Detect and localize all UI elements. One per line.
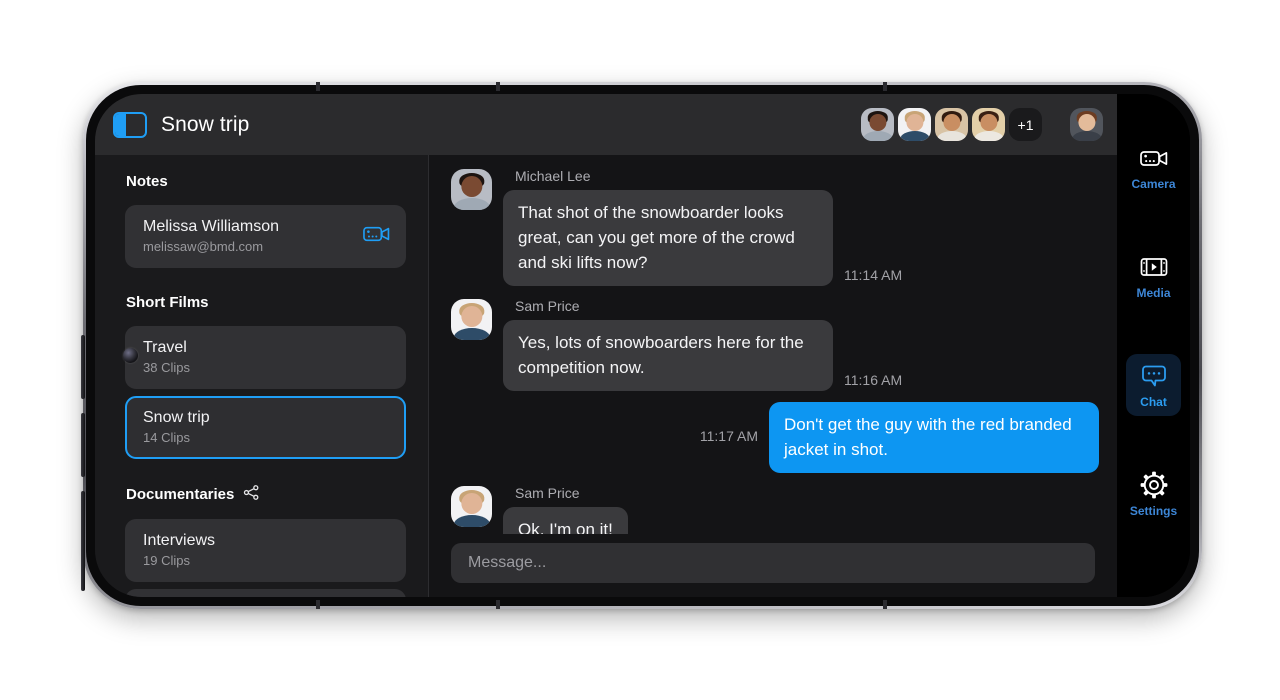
message-row: Michael Lee That shot of the snowboarder … — [451, 167, 1099, 286]
avatar[interactable] — [972, 108, 1005, 141]
avatar-overflow-count[interactable]: +1 — [1009, 108, 1042, 141]
sidebar-toggle-empty-pane — [126, 114, 145, 136]
navigation-rail: Camera Media Chat Settings — [1117, 94, 1190, 597]
rail-item-label: Media — [1136, 286, 1171, 300]
message-sender-name: Sam Price — [515, 485, 580, 501]
volume-down-button[interactable] — [81, 413, 85, 477]
message-sender-avatar[interactable] — [451, 169, 492, 210]
phone-screen: Snow trip +1 Notes Melissa Williamson meli… — [95, 94, 1190, 597]
message-content: Sam Price Yes, lots of snowboarders here … — [503, 297, 902, 391]
message-timestamp: 11:16 AM — [844, 372, 903, 388]
message-content: Sam Price Ok, I'm on it!11:17 AM — [503, 484, 697, 534]
rail-item-media[interactable]: Media — [1126, 245, 1181, 307]
sidebar: Notes Melissa Williamson melissaw@bmd.com S… — [95, 155, 429, 597]
message-sender-name: Michael Lee — [515, 168, 591, 184]
antenna-band — [883, 82, 887, 91]
rail-item-chat[interactable]: Chat — [1126, 354, 1181, 416]
sidebar-item-interviews[interactable]: Interviews 19 Clips — [125, 519, 406, 582]
sidebar-section-title: Short Films — [126, 294, 209, 311]
antenna-band — [316, 82, 320, 91]
current-user-avatar[interactable] — [1070, 108, 1103, 141]
page-title: Snow trip — [161, 112, 250, 136]
sidebar-item-text: Travel 38 Clips — [143, 338, 390, 376]
message-content: Michael Lee That shot of the snowboarder … — [503, 167, 902, 286]
rail-item-settings[interactable]: Settings — [1126, 463, 1181, 525]
sidebar-section-title: Notes — [126, 173, 168, 190]
rail-item-label: Camera — [1131, 177, 1176, 191]
video-camera-icon[interactable] — [363, 224, 390, 249]
sidebar-section-header-notes: Notes — [95, 155, 428, 198]
sidebar-section-header-short-films: Short Films — [95, 276, 428, 319]
message-row: Sam Price Yes, lots of snowboarders here … — [451, 297, 1099, 391]
sidebar-item-text: Interviews 19 Clips — [143, 531, 390, 569]
sidebar-item-title: Travel — [143, 339, 187, 356]
antenna-band — [496, 600, 500, 609]
volume-up-button[interactable] — [81, 335, 85, 399]
message-bubble-incoming: That shot of the snowboarder looks great… — [503, 190, 833, 286]
sidebar-item-subtitle: 38 Clips — [143, 360, 190, 375]
message-sender-name: Sam Price — [515, 298, 580, 314]
rail-item-label: Chat — [1140, 395, 1167, 409]
front-camera-icon — [123, 348, 138, 363]
antenna-band — [883, 600, 887, 609]
film-strip-play-icon — [1139, 254, 1169, 280]
phone-bezel: Snow trip +1 Notes Melissa Williamson meli… — [81, 82, 1199, 609]
message-bubble-line: Ok, I'm on it!11:17 AM — [503, 507, 697, 534]
chat-pane: Michael Lee That shot of the snowboarder … — [429, 155, 1117, 597]
app-body: Notes Melissa Williamson melissaw@bmd.com S… — [95, 155, 1117, 597]
message-input[interactable] — [451, 543, 1095, 583]
avatar[interactable] — [935, 108, 968, 141]
message-bubble-incoming: Ok, I'm on it! — [503, 507, 628, 534]
message-sender-avatar[interactable] — [451, 486, 492, 527]
app-header: Snow trip +1 — [95, 94, 1117, 155]
antenna-band — [496, 82, 500, 91]
sidebar-item-sports[interactable]: Sports4 Clips — [125, 589, 406, 597]
gear-icon — [1139, 471, 1169, 499]
participant-avatar-group[interactable]: +1 — [861, 108, 1042, 141]
sidebar-item-text: Snow trip 14 Clips — [143, 408, 390, 446]
sidebar-item-subtitle: 14 Clips — [143, 430, 190, 445]
sidebar-panel-icon[interactable] — [113, 111, 147, 138]
message-timestamp: 11:17 AM — [699, 428, 758, 444]
sidebar-toggle-filled-pane — [115, 113, 126, 136]
sidebar-item-title: Snow trip — [143, 409, 210, 426]
message-bubble-line: That shot of the snowboarder looks great… — [503, 190, 902, 286]
share-nodes-icon[interactable] — [243, 485, 260, 504]
avatar[interactable] — [861, 108, 894, 141]
message-bubble-outgoing: Don't get the guy with the red branded j… — [769, 402, 1099, 473]
avatar[interactable] — [898, 108, 931, 141]
chat-application: Snow trip +1 Notes Melissa Williamson meli… — [95, 94, 1117, 597]
sidebar-item-subtitle: 19 Clips — [143, 553, 190, 568]
sidebar-section-title: Documentaries — [126, 486, 235, 503]
rail-item-label: Settings — [1129, 504, 1178, 518]
sidebar-item-title: Melissa Williamson — [143, 218, 280, 235]
chat-bubble-dots-icon — [1139, 363, 1169, 389]
message-composer — [429, 534, 1117, 597]
video-camera-icon — [1139, 145, 1169, 171]
sidebar-section-header-documentaries: Documentaries — [95, 467, 428, 512]
sidebar-item-snow-trip[interactable]: Snow trip 14 Clips — [125, 396, 406, 459]
message-timestamp: 11:14 AM — [844, 267, 903, 283]
rail-item-camera[interactable]: Camera — [1126, 136, 1181, 198]
sidebar-item-travel[interactable]: Travel 38 Clips — [125, 326, 406, 389]
antenna-band — [316, 600, 320, 609]
phone-device-frame: Snow trip +1 Notes Melissa Williamson meli… — [81, 82, 1202, 609]
sidebar-item-title: Interviews — [143, 532, 216, 549]
sidebar-item-melissa-williamson[interactable]: Melissa Williamson melissaw@bmd.com — [125, 205, 406, 268]
message-bubble-line: Yes, lots of snowboarders here for the c… — [503, 320, 902, 391]
message-row: Sam Price Ok, I'm on it!11:17 AM — [451, 484, 1099, 534]
message-row: 11:17 AM Don't get the guy with the red b… — [451, 402, 1099, 473]
message-list: Michael Lee That shot of the snowboarder … — [429, 155, 1117, 534]
message-sender-avatar[interactable] — [451, 299, 492, 340]
message-bubble-incoming: Yes, lots of snowboarders here for the c… — [503, 320, 833, 391]
sidebar-item-text: Melissa Williamson melissaw@bmd.com — [143, 217, 363, 255]
sidebar-item-subtitle: melissaw@bmd.com — [143, 239, 264, 254]
power-button[interactable] — [81, 491, 85, 591]
